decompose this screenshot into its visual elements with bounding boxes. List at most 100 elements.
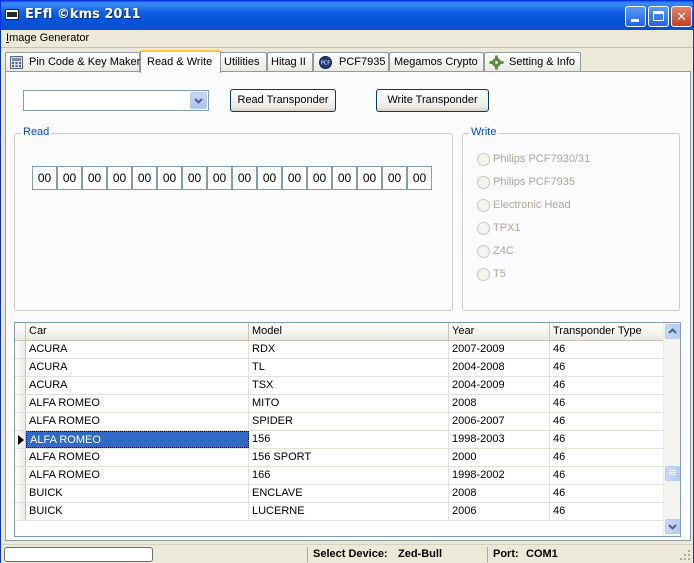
cell-year[interactable]: 2006-2007 [449, 413, 550, 430]
byte-field[interactable]: 00 [307, 166, 332, 190]
cell-year[interactable]: 2004-2009 [449, 377, 550, 394]
scroll-thumb[interactable] [665, 466, 680, 481]
cell-transponder-type[interactable]: 46 [550, 413, 664, 430]
table-row[interactable]: BUICK LUCERNE 2006 46 [15, 503, 664, 521]
cell-transponder-type[interactable]: 46 [550, 485, 664, 502]
tab-pcf7935[interactable]: PCF PCF7935 [313, 52, 389, 72]
row-header[interactable] [15, 485, 26, 502]
cell-year[interactable]: 2007-2009 [449, 341, 550, 358]
scroll-up-button[interactable] [665, 324, 680, 339]
menu-image-generator[interactable]: Image Generator [6, 32, 89, 44]
app-icon[interactable] [5, 9, 19, 20]
byte-field[interactable]: 00 [207, 166, 232, 190]
cell-transponder-type[interactable]: 46 [550, 341, 664, 358]
byte-field[interactable]: 00 [157, 166, 182, 190]
cell-model[interactable]: TSX [249, 377, 449, 394]
table-row[interactable]: ALFA ROMEO SPIDER 2006-2007 46 [15, 413, 664, 431]
row-header[interactable] [15, 395, 26, 412]
minimize-button[interactable] [625, 6, 646, 27]
cell-model[interactable]: RDX [249, 341, 449, 358]
radio-tpx1[interactable]: TPX1 [477, 222, 667, 236]
byte-field[interactable]: 00 [257, 166, 282, 190]
car-table[interactable]: Car Model Year Transponder Type ACURA RD… [14, 322, 681, 537]
byte-field[interactable]: 00 [282, 166, 307, 190]
radio-philips-pcf7930[interactable]: Philips PCF7930/31 [477, 153, 667, 167]
byte-field[interactable]: 00 [407, 166, 432, 190]
table-row[interactable]: ALFA ROMEO MITO 2008 46 [15, 395, 664, 413]
cell-year[interactable]: 2004-2008 [449, 359, 550, 376]
cell-car[interactable]: ALFA ROMEO [26, 449, 249, 466]
cell-year[interactable]: 2000 [449, 449, 550, 466]
table-row[interactable]: BUICK ENCLAVE 2008 46 [15, 485, 664, 503]
cell-model[interactable]: ENCLAVE [249, 485, 449, 502]
byte-field[interactable]: 00 [82, 166, 107, 190]
cell-model[interactable]: 156 SPORT [249, 449, 449, 466]
resize-grip-icon[interactable] [679, 549, 691, 561]
cell-car[interactable]: ALFA ROMEO [26, 413, 249, 430]
cell-transponder-type[interactable]: 46 [550, 449, 664, 466]
cell-transponder-type[interactable]: 46 [550, 377, 664, 394]
cell-model[interactable]: LUCERNE [249, 503, 449, 520]
byte-field[interactable]: 00 [182, 166, 207, 190]
tab-pin-code-key-maker[interactable]: Pin Code & Key Maker [5, 52, 140, 72]
maximize-button[interactable] [648, 6, 669, 27]
byte-field[interactable]: 00 [357, 166, 382, 190]
byte-field[interactable]: 00 [382, 166, 407, 190]
cell-car[interactable]: BUICK [26, 485, 249, 502]
byte-field[interactable]: 00 [132, 166, 157, 190]
row-header[interactable] [15, 449, 26, 466]
row-header[interactable] [15, 377, 26, 394]
close-button[interactable]: ✕ [671, 6, 692, 27]
tab-megamos-crypto[interactable]: Megamos Crypto [389, 52, 484, 72]
cell-car[interactable]: ALFA ROMEO [26, 395, 249, 412]
byte-field[interactable]: 00 [232, 166, 257, 190]
cell-year[interactable]: 2006 [449, 503, 550, 520]
tab-setting-info[interactable]: Setting & Info [484, 52, 581, 72]
cell-transponder-type[interactable]: 46 [550, 467, 664, 484]
cell-year[interactable]: 2008 [449, 395, 550, 412]
cell-car[interactable]: BUICK [26, 503, 249, 520]
column-header-model[interactable]: Model [249, 323, 449, 341]
byte-field[interactable]: 00 [332, 166, 357, 190]
cell-model[interactable]: 156 [249, 431, 449, 448]
radio-t5[interactable]: T5 [477, 268, 667, 282]
byte-field[interactable]: 00 [107, 166, 132, 190]
radio-philips-pcf7935[interactable]: Philips PCF7935 [477, 176, 667, 190]
vertical-scrollbar[interactable] [663, 323, 680, 536]
cell-model[interactable]: SPIDER [249, 413, 449, 430]
cell-year[interactable]: 2008 [449, 485, 550, 502]
table-row[interactable]: ACURA RDX 2007-2009 46 [15, 341, 664, 359]
table-row[interactable]: ALFA ROMEO 166 1998-2002 46 [15, 467, 664, 485]
row-header[interactable] [15, 413, 26, 430]
write-transponder-button[interactable]: Write Transponder [376, 89, 489, 112]
cell-transponder-type[interactable]: 46 [550, 359, 664, 376]
radio-electronic-head[interactable]: Electronic Head [477, 199, 667, 213]
cell-model[interactable]: 166 [249, 467, 449, 484]
cell-car[interactable]: ACURA [26, 377, 249, 394]
device-select[interactable] [23, 90, 209, 111]
row-header[interactable] [15, 467, 26, 484]
cell-year[interactable]: 1998-2003 [449, 431, 550, 448]
column-header-year[interactable]: Year [449, 323, 550, 341]
cell-transponder-type[interactable]: 46 [550, 395, 664, 412]
column-header-transponder-type[interactable]: Transponder Type [550, 323, 664, 341]
table-row-selected[interactable]: ALFA ROMEO 156 1998-2003 46 [15, 431, 664, 449]
row-header[interactable] [15, 359, 26, 376]
column-header-car[interactable]: Car [26, 323, 249, 341]
cell-car[interactable]: ACURA [26, 359, 249, 376]
tab-utilities[interactable]: Utilities [220, 52, 267, 72]
dropdown-button[interactable] [190, 92, 207, 109]
cell-car[interactable]: ACURA [26, 341, 249, 358]
cell-car[interactable]: ALFA ROMEO [26, 467, 249, 484]
row-header[interactable] [15, 503, 26, 520]
radio-z4c[interactable]: Z4C [477, 245, 667, 259]
title-bar[interactable]: EFfl ©kms 2011 ✕ [1, 1, 693, 30]
cell-year[interactable]: 1998-2002 [449, 467, 550, 484]
cell-car[interactable]: ALFA ROMEO [26, 431, 249, 448]
tab-hitag-ii[interactable]: Hitag II [267, 52, 313, 72]
row-header[interactable] [15, 431, 26, 448]
table-row[interactable]: ALFA ROMEO 156 SPORT 2000 46 [15, 449, 664, 467]
read-transponder-button[interactable]: Read Transponder [230, 89, 336, 112]
cell-transponder-type[interactable]: 46 [550, 503, 664, 520]
byte-field[interactable]: 00 [32, 166, 57, 190]
